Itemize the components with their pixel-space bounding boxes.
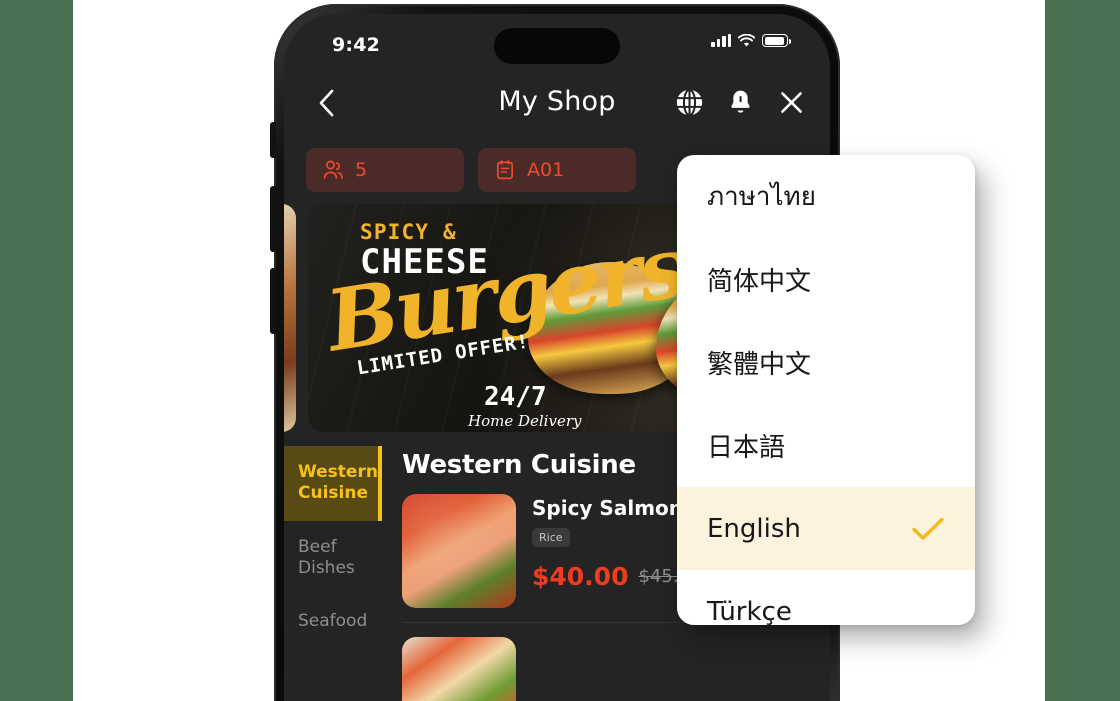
people-icon: [323, 160, 343, 179]
menu-item-image: [402, 494, 516, 608]
volume-down-button[interactable]: [270, 268, 276, 334]
language-option-label: 繁體中文: [707, 350, 812, 380]
menu-item-row-next[interactable]: [402, 623, 830, 701]
language-option-english[interactable]: English: [677, 487, 975, 570]
language-option-label: Türkçe: [707, 596, 792, 626]
language-dropdown[interactable]: ภาษาไทย 简体中文 繁體中文 日本語 English Türkçe: [677, 155, 975, 625]
language-option-traditional-chinese[interactable]: 繁體中文: [677, 321, 975, 404]
promo-banner-previous[interactable]: [284, 204, 296, 432]
globe-icon[interactable]: [675, 88, 704, 117]
battery-icon: [762, 34, 791, 47]
language-option-turkish[interactable]: Türkçe: [677, 570, 975, 626]
language-option-thai[interactable]: ภาษาไทย: [677, 155, 975, 238]
dynamic-island: [494, 28, 620, 64]
guest-count-value: 5: [355, 159, 368, 181]
guest-count-chip[interactable]: 5: [306, 148, 464, 192]
language-option-simplified-chinese[interactable]: 简体中文: [677, 238, 975, 321]
close-icon[interactable]: [777, 88, 806, 117]
menu-item-image: [402, 637, 516, 701]
category-item-beef-dishes[interactable]: Beef Dishes: [284, 521, 382, 596]
language-option-label: ภาษาไทย: [707, 182, 816, 212]
page-canvas: 9:42 My Shop 5 A01 SPICY & CHEESE Burger…: [73, 0, 1045, 701]
category-sidebar: Western Cuisine Beef Dishes Seafood: [284, 446, 382, 701]
wifi-icon: [738, 34, 755, 47]
language-option-japanese[interactable]: 日本語: [677, 404, 975, 487]
language-option-label: English: [707, 513, 801, 544]
bell-icon[interactable]: [726, 88, 755, 117]
status-indicators: [711, 34, 791, 47]
check-icon: [912, 517, 944, 540]
language-option-label: 日本語: [707, 433, 786, 463]
language-option-label: 简体中文: [707, 267, 812, 297]
menu-item-info: [532, 637, 830, 701]
silent-switch[interactable]: [270, 122, 276, 158]
category-item-seafood[interactable]: Seafood: [284, 595, 382, 648]
banner-hours: 24/7: [484, 382, 547, 412]
menu-item-price: $40.00: [532, 561, 629, 591]
signal-bars-icon: [711, 34, 731, 47]
status-bar: 9:42: [284, 14, 830, 80]
status-time: 9:42: [332, 34, 381, 56]
table-code-chip[interactable]: A01: [478, 148, 636, 192]
table-code-value: A01: [527, 159, 565, 181]
volume-up-button[interactable]: [270, 186, 276, 252]
menu-item-tag: Rice: [532, 528, 570, 547]
receipt-icon: [496, 160, 514, 180]
banner-delivery: Home Delivery: [468, 412, 582, 430]
category-item-western-cuisine[interactable]: Western Cuisine: [284, 446, 382, 521]
nav-bar: My Shop: [284, 80, 830, 136]
nav-actions: [675, 88, 806, 117]
